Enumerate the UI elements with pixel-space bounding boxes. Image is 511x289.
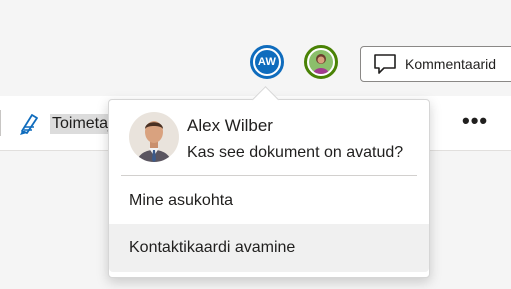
presence-avatar-aw[interactable]: AW	[250, 45, 284, 79]
profile-photo-icon	[129, 112, 179, 162]
open-contact-card-item[interactable]: Kontaktikaardi avamine	[109, 224, 429, 272]
ribbon-divider	[0, 110, 1, 136]
more-options-button[interactable]: •••	[462, 108, 488, 134]
comments-button-label: Kommentaarid	[405, 56, 497, 72]
person-avatar	[129, 112, 179, 162]
presence-flyout: Alex Wilber Kas see dokument on avatud? …	[108, 99, 430, 278]
presence-initials: AW	[255, 50, 279, 74]
flyout-divider	[121, 175, 417, 176]
person-name: Alex Wilber	[187, 116, 273, 135]
editor-button[interactable]: Toimetaja	[16, 108, 123, 140]
editor-pen-icon	[20, 114, 38, 135]
presence-avatar-collaborator[interactable]	[304, 45, 338, 79]
comments-button[interactable]: Kommentaarid	[360, 46, 511, 82]
collaborator-photo-icon	[309, 50, 333, 74]
go-to-location-item[interactable]: Mine asukohta	[109, 177, 429, 225]
person-status-question: Kas see dokument on avatud?	[187, 144, 404, 161]
comment-icon	[374, 54, 396, 74]
